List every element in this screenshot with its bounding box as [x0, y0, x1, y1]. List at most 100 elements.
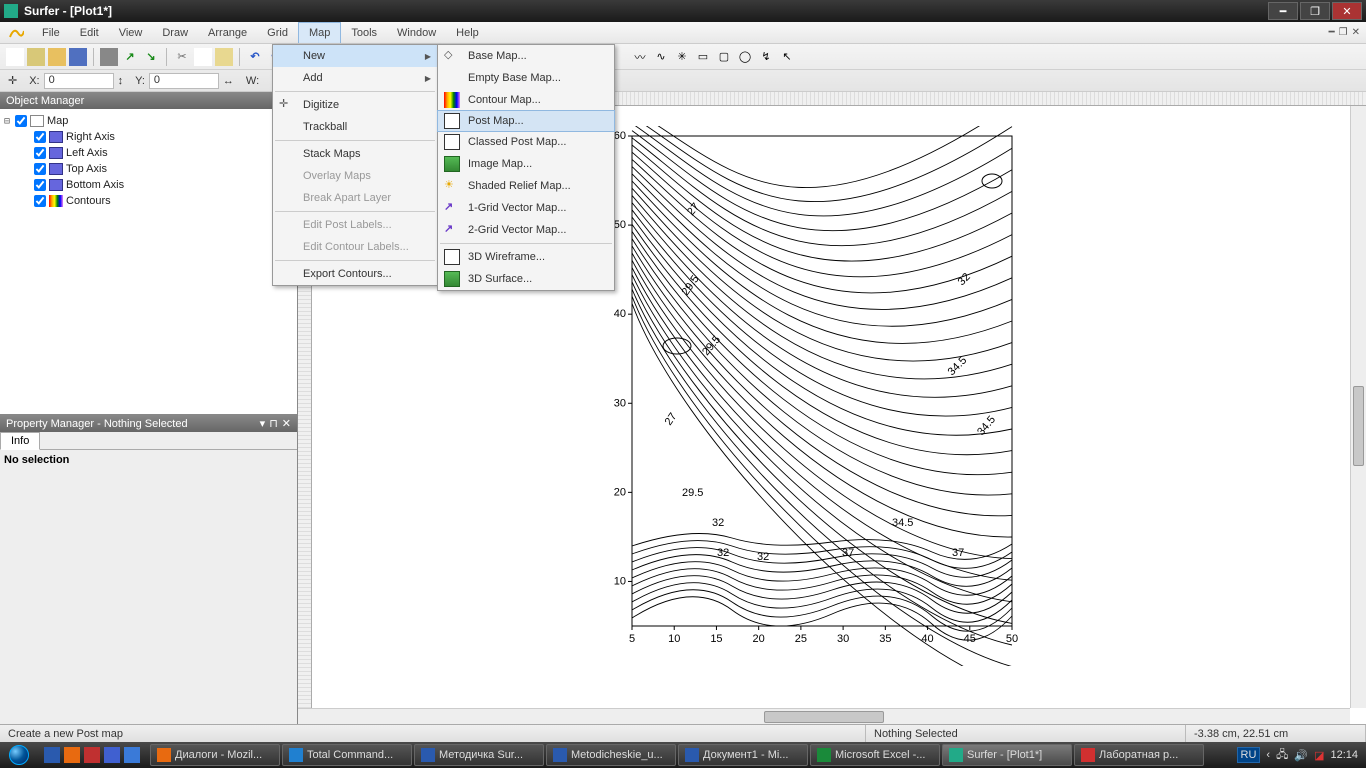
menuitem-add[interactable]: Add	[273, 67, 437, 89]
curve-icon[interactable]: ∿	[652, 48, 670, 66]
tray-network-icon[interactable]: 🖧	[1276, 746, 1288, 765]
menuitem-post-map[interactable]: Post Map...	[437, 110, 615, 132]
horizontal-scrollbar[interactable]	[298, 708, 1350, 724]
task-microsoft-excel-[interactable]: Microsoft Excel -...	[810, 744, 940, 766]
cut-button[interactable]: ✂	[173, 48, 191, 66]
task-документ1-mi-[interactable]: Документ1 - Mi...	[678, 744, 808, 766]
export-button[interactable]: ↗	[121, 48, 139, 66]
menu-window[interactable]: Window	[387, 22, 446, 43]
menu-draw[interactable]: Draw	[152, 22, 198, 43]
vertical-scrollbar[interactable]	[1350, 106, 1366, 708]
menu-edit[interactable]: Edit	[70, 22, 109, 43]
import-button[interactable]: ↘	[142, 48, 160, 66]
ql-save-icon[interactable]	[104, 747, 120, 763]
menuitem-1-grid-vector-map[interactable]: ↗1-Grid Vector Map...	[438, 197, 614, 219]
ellipse-icon[interactable]: ◯	[736, 48, 754, 66]
tray-volume-icon[interactable]: 🔊	[1294, 749, 1308, 762]
open-button[interactable]	[48, 48, 66, 66]
menu-map[interactable]: Map	[298, 22, 341, 43]
menuitem-classed-post-map[interactable]: Classed Post Map...	[438, 131, 614, 153]
x-label: X:	[29, 75, 39, 87]
task-surfer-plot1-[interactable]: Surfer - [Plot1*]	[942, 744, 1072, 766]
task-app-icon	[1081, 748, 1095, 762]
app-icon	[4, 4, 18, 18]
object-manager-tree[interactable]: ⊟MapRight AxisLeft AxisTop AxisBottom Ax…	[0, 109, 297, 414]
menu-file[interactable]: File	[32, 22, 70, 43]
tree-node-right-axis[interactable]: Right Axis	[2, 129, 295, 145]
tree-root-map[interactable]: ⊟Map	[2, 113, 295, 129]
tray-chevron-icon[interactable]: ‹	[1266, 749, 1270, 761]
menuitem-trackball[interactable]: Trackball	[273, 116, 437, 138]
contour-map[interactable]: 102030405060 5101520253035404550 272729.…	[612, 126, 1032, 666]
lock-x-icon[interactable]: ↕	[118, 75, 124, 87]
property-manager-header[interactable]: Property Manager - Nothing Selected ▾⊓ ✕	[0, 415, 297, 432]
tab-info[interactable]: Info	[0, 432, 40, 450]
paste-button[interactable]	[215, 48, 233, 66]
tree-node-left-axis[interactable]: Left Axis	[2, 145, 295, 161]
snap-icon[interactable]: ✳	[673, 48, 691, 66]
mdi-minimize-button[interactable]: ━	[1329, 27, 1335, 38]
menu-view[interactable]: View	[109, 22, 153, 43]
new-worksheet-button[interactable]	[27, 48, 45, 66]
property-manager-title: Property Manager - Nothing Selected	[6, 418, 188, 430]
ql-firefox-icon[interactable]	[64, 747, 80, 763]
tray-clock[interactable]: 12:14	[1330, 749, 1358, 761]
menu-grid[interactable]: Grid	[257, 22, 298, 43]
task-методичка-sur-[interactable]: Методичка Sur...	[414, 744, 544, 766]
copy-button[interactable]	[194, 48, 212, 66]
panel-close-icon[interactable]: ✕	[282, 417, 291, 430]
object-manager-header[interactable]: Object Manager ▾✕	[0, 92, 297, 109]
menuitem-digitize[interactable]: ✛Digitize	[273, 94, 437, 116]
svg-text:10: 10	[668, 633, 680, 645]
print-button[interactable]	[100, 48, 118, 66]
menuitem-stack-maps[interactable]: Stack Maps	[273, 143, 437, 165]
language-indicator[interactable]: RU	[1237, 747, 1261, 763]
menuitem-base-map[interactable]: ◇Base Map...	[438, 45, 614, 67]
save-button[interactable]	[69, 48, 87, 66]
lock-y-icon[interactable]: ↔	[223, 75, 234, 87]
tray-shield-icon[interactable]: ◪	[1314, 749, 1324, 762]
tree-node-bottom-axis[interactable]: Bottom Axis	[2, 177, 295, 193]
menuitem-new[interactable]: New	[273, 45, 437, 67]
polyline-icon[interactable]: ↯	[757, 48, 775, 66]
menuitem-empty-base-map[interactable]: Empty Base Map...	[438, 67, 614, 89]
y-value[interactable]: 0	[149, 73, 219, 89]
task-metodicheskie-u-[interactable]: Metodicheskie_u...	[546, 744, 676, 766]
menuitem-2-grid-vector-map[interactable]: ↗2-Grid Vector Map...	[438, 219, 614, 241]
menuitem-shaded-relief-map[interactable]: ☀Shaded Relief Map...	[438, 175, 614, 197]
menu-arrange[interactable]: Arrange	[198, 22, 257, 43]
task-диалоги-mozil-[interactable]: Диалоги - Mozil...	[150, 744, 280, 766]
x-value[interactable]: 0	[44, 73, 114, 89]
mdi-close-button[interactable]: ✕	[1352, 27, 1360, 38]
menu-help[interactable]: Help	[446, 22, 489, 43]
menuitem-3d-surface[interactable]: 3D Surface...	[438, 268, 614, 290]
menu-tools[interactable]: Tools	[341, 22, 387, 43]
panel-opts-icon[interactable]: ▾	[260, 417, 266, 430]
tree-node-contours[interactable]: Contours	[2, 193, 295, 209]
title-bar: Surfer - [Plot1*] ━ ❐ ✕	[0, 0, 1366, 22]
close-button[interactable]: ✕	[1332, 2, 1362, 20]
zigzag-icon[interactable]: 〰	[631, 48, 649, 66]
undo-button[interactable]: ↶	[246, 48, 264, 66]
minimize-button[interactable]: ━	[1268, 2, 1298, 20]
svg-text:60: 60	[614, 130, 626, 142]
panel-pin-icon[interactable]: ⊓	[269, 417, 278, 430]
menuitem-3d-wireframe[interactable]: 3D Wireframe...	[438, 246, 614, 268]
maximize-button[interactable]: ❐	[1300, 2, 1330, 20]
arrow-icon[interactable]: ↖	[778, 48, 796, 66]
rounded-rect-icon[interactable]: ▢	[715, 48, 733, 66]
new-doc-button[interactable]	[6, 48, 24, 66]
ql-ie2-icon[interactable]	[124, 747, 140, 763]
start-button[interactable]	[0, 742, 38, 768]
mdi-restore-button[interactable]: ❐	[1339, 27, 1348, 38]
ql-ie-icon[interactable]	[44, 747, 60, 763]
task-лаборатная-р-[interactable]: Лаборатная р...	[1074, 744, 1204, 766]
task-total-command-[interactable]: Total Command...	[282, 744, 412, 766]
svg-text:29.5: 29.5	[680, 273, 702, 297]
ql-opera-icon[interactable]	[84, 747, 100, 763]
rect-icon[interactable]: ▭	[694, 48, 712, 66]
menuitem-image-map[interactable]: Image Map...	[438, 153, 614, 175]
tree-node-top-axis[interactable]: Top Axis	[2, 161, 295, 177]
menuitem-contour-map[interactable]: Contour Map...	[438, 89, 614, 111]
menuitem-export-contours[interactable]: Export Contours...	[273, 263, 437, 285]
